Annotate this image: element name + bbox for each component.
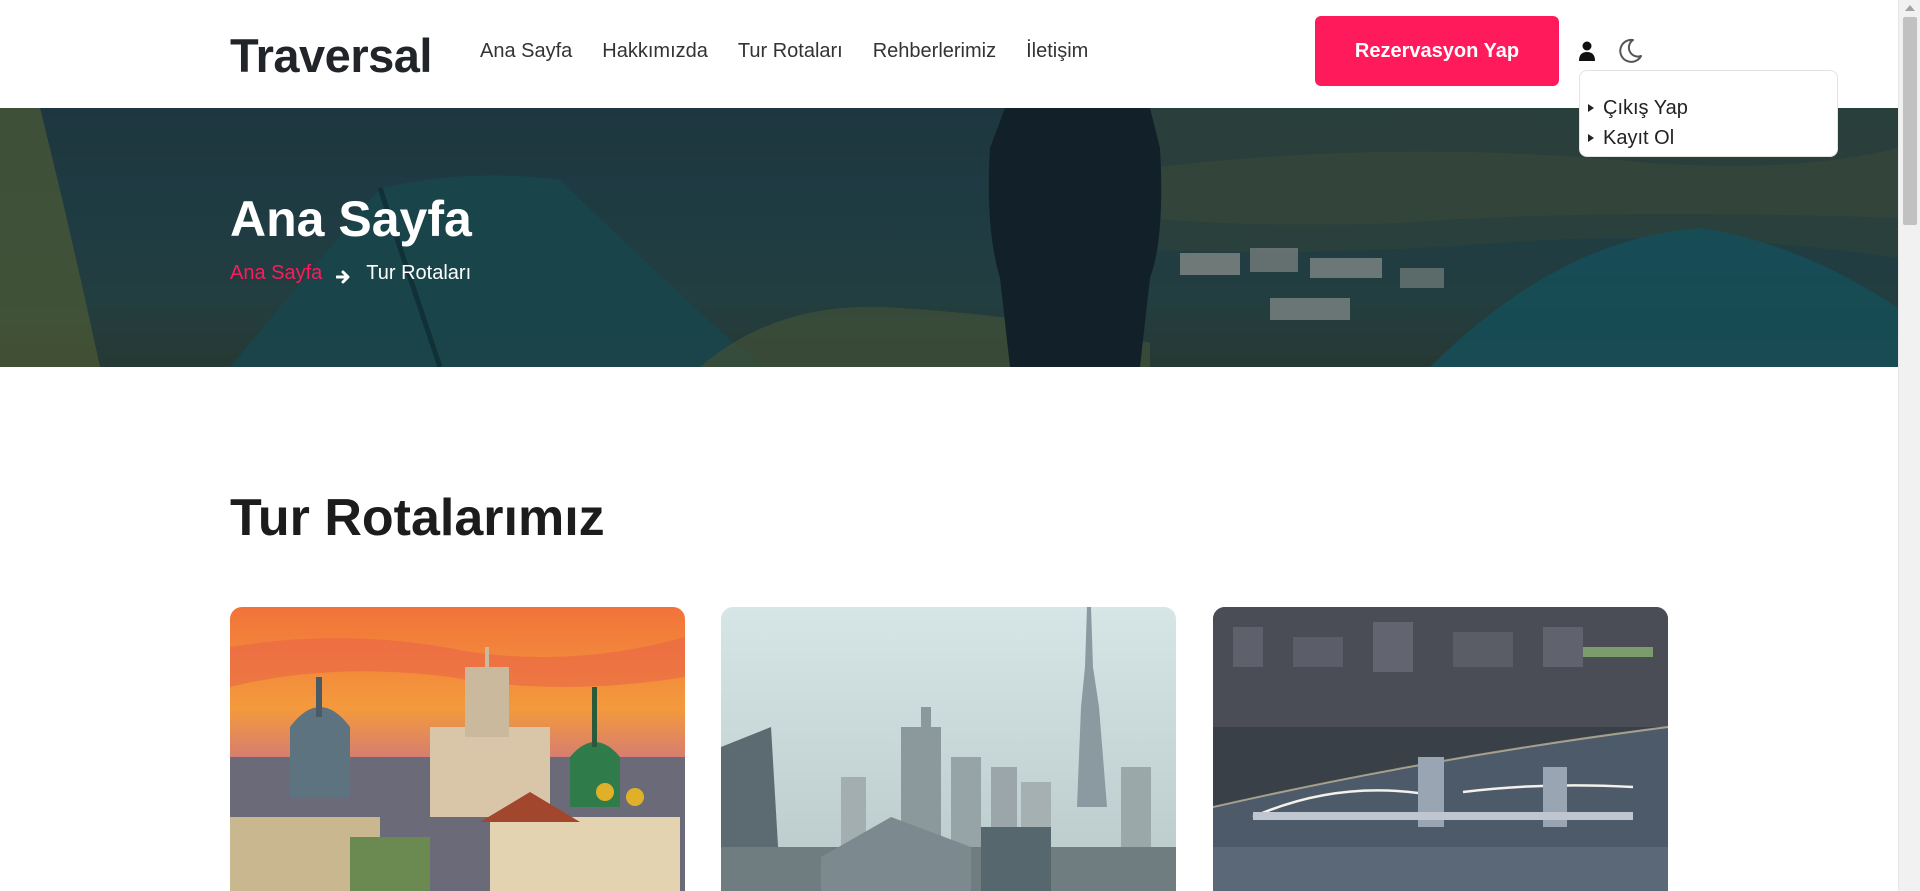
page-title: Ana Sayfa xyxy=(230,191,472,247)
caret-right-icon xyxy=(1588,104,1594,112)
breadcrumb: Ana Sayfa Tur Rotaları xyxy=(230,262,471,285)
moon-icon[interactable] xyxy=(1616,37,1644,65)
caret-right-icon xyxy=(1588,134,1594,142)
reservation-button[interactable]: Rezervasyon Yap xyxy=(1315,16,1559,86)
section-title: Tur Rotalarımız xyxy=(230,489,605,547)
user-dropdown-menu: Çıkış Yap Kayıt Ol xyxy=(1579,70,1838,157)
nav-link-home[interactable]: Ana Sayfa xyxy=(480,40,572,63)
main-nav: Ana Sayfa Hakkımızda Tur Rotaları Rehber… xyxy=(480,40,1118,63)
nav-link-tour-routes[interactable]: Tur Rotaları xyxy=(738,40,843,63)
nav-link-guides[interactable]: Rehberlerimiz xyxy=(873,40,996,63)
skyscraper-skyline-photo xyxy=(721,607,1176,891)
tour-card[interactable] xyxy=(230,607,685,891)
arrow-right-icon xyxy=(335,267,352,283)
menu-item-register-label: Kayıt Ol xyxy=(1603,126,1675,149)
brand-logo[interactable]: Traversal xyxy=(230,28,432,83)
nav-link-contact[interactable]: İletişim xyxy=(1026,40,1088,63)
bridge-river-night-photo xyxy=(1213,607,1668,891)
scroll-up-arrow-icon[interactable] xyxy=(1905,5,1915,11)
user-icon[interactable] xyxy=(1578,41,1596,61)
nav-link-about[interactable]: Hakkımızda xyxy=(602,40,708,63)
city-sunset-domes-photo xyxy=(230,607,685,891)
breadcrumb-current: Tur Rotaları xyxy=(366,262,472,284)
tour-card[interactable] xyxy=(721,607,1176,891)
page-scrollbar[interactable] xyxy=(1898,0,1920,891)
scrollbar-thumb[interactable] xyxy=(1903,17,1917,225)
menu-item-logout[interactable]: Çıkış Yap xyxy=(1586,93,1837,123)
tour-card[interactable] xyxy=(1213,607,1668,891)
menu-item-logout-label: Çıkış Yap xyxy=(1603,96,1688,119)
breadcrumb-home-link[interactable]: Ana Sayfa xyxy=(230,262,322,285)
menu-item-register[interactable]: Kayıt Ol xyxy=(1586,123,1837,153)
navbar: Traversal Ana Sayfa Hakkımızda Tur Rotal… xyxy=(0,0,1898,157)
